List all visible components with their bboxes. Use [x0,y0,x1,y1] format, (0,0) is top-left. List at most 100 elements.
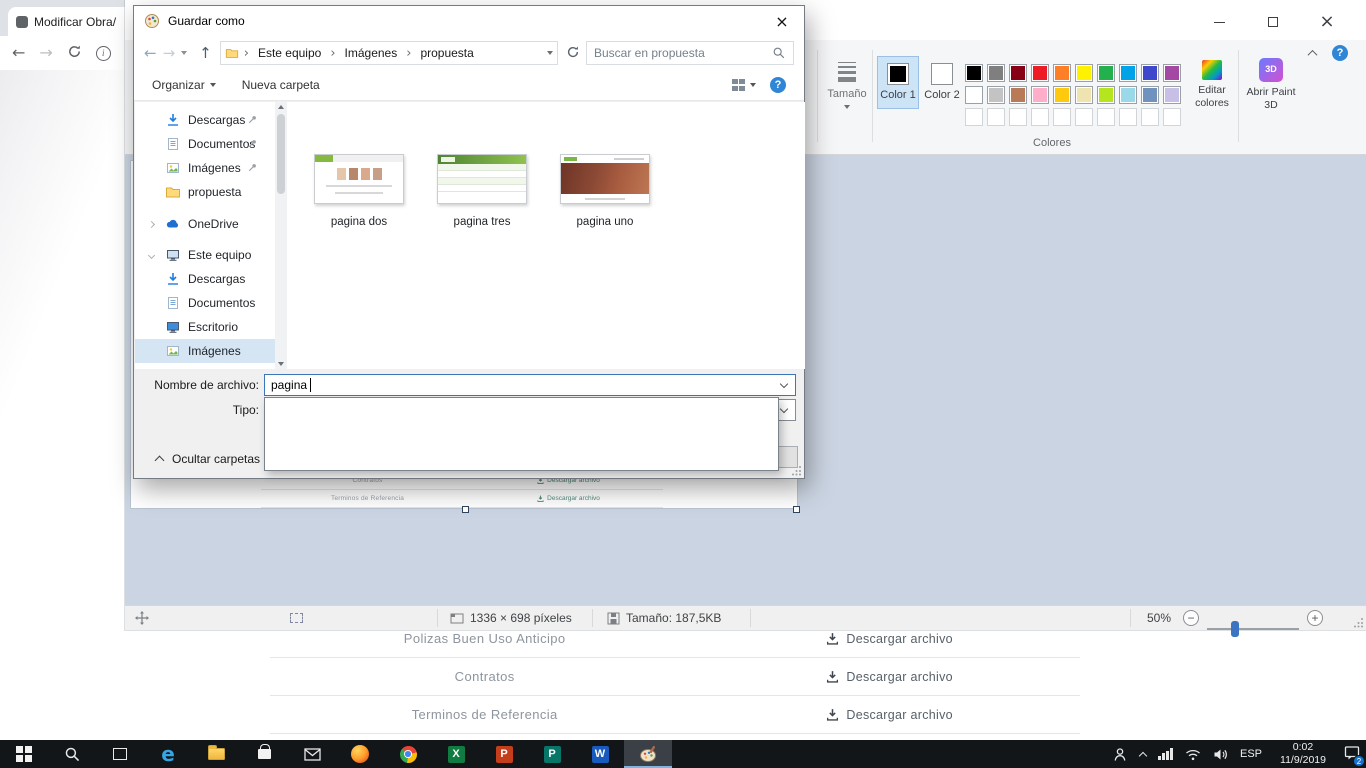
palette-swatch[interactable] [1031,108,1049,126]
taskbar-search-button[interactable] [48,740,96,768]
scroll-down-icon[interactable] [278,362,284,366]
dialog-help-icon[interactable]: ? [770,77,786,93]
palette-swatch[interactable] [987,86,1005,104]
palette-swatch[interactable] [1163,108,1181,126]
taskbar-firefox-button[interactable] [336,740,384,768]
canvas-resize-handle[interactable] [793,506,800,513]
palette-swatch[interactable] [1053,64,1071,82]
filename-suggestions-panel[interactable] [264,397,779,471]
palette-swatch[interactable] [1075,64,1093,82]
palette-swatch[interactable] [1097,108,1115,126]
palette-swatch[interactable] [1075,86,1093,104]
taskbar-powerpoint-button[interactable]: P [480,740,528,768]
palette-swatch[interactable] [1119,86,1137,104]
sidebar-item-imagenes-pc[interactable]: Imágenes [135,339,275,363]
hide-folders-button[interactable]: Ocultar carpetas [146,448,270,470]
breadcrumb-segment[interactable]: Imágenes [341,46,402,60]
nav-up-icon[interactable]: ↑ [199,46,212,61]
taskbar-mail-button[interactable] [288,740,336,768]
download-link[interactable]: Descargar archivo [699,708,1080,722]
nav-back-icon[interactable]: ← [144,46,157,61]
expand-chevron-icon[interactable] [148,220,155,227]
taskbar-store-button[interactable] [240,740,288,768]
taskbar-edge-button[interactable]: e [144,740,192,768]
sidebar-item-este-equipo[interactable]: Este equipo [135,243,275,267]
palette-swatch[interactable] [1053,86,1071,104]
maximize-button[interactable] [1250,8,1296,36]
expand-chevron-icon[interactable] [148,251,155,258]
palette-swatch[interactable] [1009,108,1027,126]
file-item[interactable]: pagina tres [437,154,527,228]
sidebar-item-propuesta[interactable]: propuesta [135,180,275,204]
palette-swatch[interactable] [1119,64,1137,82]
palette-swatch[interactable] [1075,108,1093,126]
address-dropdown-icon[interactable] [547,51,553,55]
filename-input[interactable]: pagina [264,374,796,396]
scrollbar-thumb[interactable] [277,114,285,194]
download-link[interactable]: Descargar archivo [699,632,1080,646]
organize-button[interactable]: Organizar [152,78,216,92]
taskbar-paint-button[interactable] [624,740,672,768]
palette-swatch[interactable] [1009,64,1027,82]
refresh-icon[interactable] [566,45,580,62]
palette-swatch[interactable] [1097,64,1115,82]
palette-swatch[interactable] [1031,64,1049,82]
palette-swatch[interactable] [1163,64,1181,82]
palette-swatch[interactable] [1163,86,1181,104]
file-item[interactable]: pagina dos [314,154,404,228]
close-button[interactable]: × [1304,8,1350,36]
minimize-button[interactable] [1196,8,1242,36]
search-icon[interactable] [772,46,786,60]
color1-button[interactable]: Color 1 [877,56,919,109]
action-center-button[interactable]: 2 [1344,745,1360,763]
palette-swatch[interactable] [1141,108,1159,126]
resize-grip-icon[interactable] [1353,617,1364,628]
file-item[interactable]: pagina uno [560,154,650,228]
palette-swatch[interactable] [1141,86,1159,104]
browser-forward-icon[interactable]: → [39,45,52,61]
color2-button[interactable]: Color 2 [921,56,963,109]
zoom-slider[interactable] [1207,617,1299,641]
language-indicator[interactable]: ESP [1240,748,1262,760]
sidebar-item-escritorio[interactable]: Escritorio [135,315,275,339]
palette-swatch[interactable] [1031,86,1049,104]
taskbar-word-button[interactable]: W [576,740,624,768]
taskbar-excel-button[interactable]: X [432,740,480,768]
browser-tab[interactable]: Modificar Obra/ [8,7,134,36]
zoom-slider-thumb[interactable] [1231,621,1239,637]
palette-swatch[interactable] [1053,108,1071,126]
sidebar-item-descargas[interactable]: Descargas [135,108,275,132]
browser-reload-icon[interactable] [67,44,82,62]
page-info-icon[interactable]: i [96,46,111,61]
palette-swatch[interactable] [965,86,983,104]
palette-swatch[interactable] [987,64,1005,82]
people-icon[interactable] [1112,747,1128,762]
sidebar-item-documentos-pc[interactable]: Documentos [135,291,275,315]
edit-colors-button[interactable]: Editar colores [1187,60,1237,110]
sidebar-scrollbar[interactable] [275,102,287,369]
wifi-icon[interactable] [1185,748,1201,761]
palette-swatch[interactable] [987,108,1005,126]
palette-swatch[interactable] [965,64,983,82]
canvas-resize-handle[interactable] [462,506,469,513]
palette-swatch[interactable] [1119,108,1137,126]
change-view-button[interactable] [732,79,757,91]
open-paint3d-button[interactable]: 3D Abrir Paint 3D [1243,58,1299,112]
volume-icon[interactable] [1213,748,1228,761]
palette-swatch[interactable] [1141,64,1159,82]
address-bar[interactable]: › Este equipo › Imágenes › propuesta [220,41,558,65]
sidebar-item-documentos[interactable]: Documentos [135,132,275,156]
dialog-close-button[interactable]: × [760,6,804,36]
hidden-icons-chevron[interactable] [1139,751,1147,759]
clock[interactable]: 0:02 11/9/2019 [1274,741,1332,766]
start-button[interactable] [0,740,48,768]
browser-back-icon[interactable]: ← [12,45,25,61]
sidebar-item-onedrive[interactable]: OneDrive [135,212,275,236]
zoom-in-button[interactable]: + [1307,606,1323,630]
breadcrumb-segment[interactable]: propuesta [416,46,477,60]
collapse-ribbon-icon[interactable] [1308,49,1318,59]
zoom-out-button[interactable]: − [1183,606,1199,630]
taskbar-publisher-button[interactable]: P [528,740,576,768]
taskbar-chrome-button[interactable] [384,740,432,768]
palette-swatch[interactable] [965,108,983,126]
